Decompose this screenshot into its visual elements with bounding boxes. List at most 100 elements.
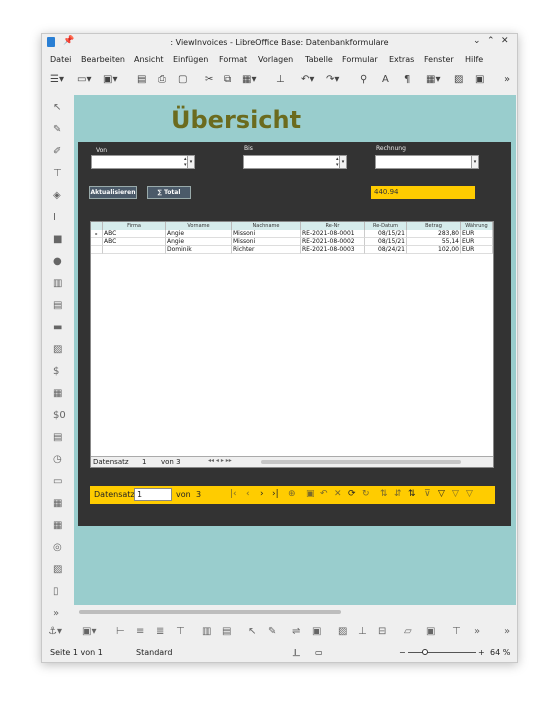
group-box-icon[interactable]: ▭ — [53, 476, 62, 487]
time-field-icon[interactable]: ◷ — [53, 454, 62, 465]
table-control-icon[interactable]: ▦ — [53, 520, 62, 531]
image-control-icon[interactable]: ▨ — [53, 344, 62, 355]
cell-firma[interactable]: ABC — [103, 230, 166, 238]
previous-record-icon[interactable]: ‹ — [246, 489, 250, 499]
align-top-icon[interactable]: ⊤ — [176, 626, 185, 637]
column-header-re-nr[interactable]: Re-Nr — [301, 222, 365, 230]
rechnung-select[interactable]: ▾ — [375, 155, 479, 169]
cell-re-nr[interactable]: RE-2021-08-0002 — [301, 238, 365, 246]
more-controls-icon[interactable]: » — [53, 608, 59, 619]
copy-icon[interactable]: ⧉ — [224, 74, 231, 85]
refresh-button[interactable]: Aktualisieren — [89, 186, 137, 199]
cell-nachname[interactable]: Missoni — [232, 238, 301, 246]
maximize-icon[interactable]: ⌃ — [487, 36, 495, 46]
undo-record-icon[interactable]: ↶ — [320, 489, 328, 499]
zoom-slider[interactable] — [408, 652, 476, 653]
new-icon[interactable]: ☰▾ — [50, 74, 64, 85]
menu-bearbeiten[interactable]: Bearbeiten — [81, 55, 125, 64]
snap-grid-icon[interactable]: ⊟ — [378, 626, 386, 637]
nav-record-input[interactable]: 1 — [134, 488, 172, 501]
menu-einfuegen[interactable]: Einfügen — [173, 55, 208, 64]
spin-button-icon[interactable]: ▦ — [53, 498, 62, 509]
print-preview-icon[interactable]: ▢ — [178, 74, 187, 85]
cell-waehrung[interactable]: EUR — [461, 246, 493, 254]
autofilter-icon[interactable]: ⊽ — [424, 489, 431, 499]
cell-re-datum[interactable]: 08/15/21 — [365, 230, 407, 238]
sort-icon[interactable]: ⇅ — [408, 489, 416, 499]
von-date-field[interactable]: ▴ ▾ ▾ — [91, 155, 195, 169]
horizontal-scrollbar[interactable] — [77, 609, 512, 615]
sort-ascending-icon[interactable]: ⇅ — [380, 489, 388, 499]
pencil-icon[interactable]: ✎ — [53, 124, 61, 135]
reset-filter-icon[interactable]: ▽ — [466, 489, 473, 499]
menu-extras[interactable]: Extras — [389, 55, 414, 64]
last-record-icon[interactable]: ›| — [272, 489, 279, 499]
close-icon[interactable]: ✕ — [501, 36, 509, 46]
text-box-icon[interactable]: ▣ — [475, 74, 484, 85]
apply-filter-icon[interactable]: ▽ — [438, 489, 445, 499]
cell-vorname[interactable]: Angie — [166, 238, 232, 246]
navigation-bar-icon[interactable]: ◎ — [53, 542, 62, 553]
print-icon[interactable]: ⎙ — [158, 74, 166, 85]
menu-hilfe[interactable]: Hilfe — [465, 55, 483, 64]
column-header-vorname[interactable]: Vorname — [166, 222, 232, 230]
tag-icon[interactable]: ◈ — [53, 190, 61, 201]
zoom-level[interactable]: 64 % — [490, 648, 510, 657]
menu-datei[interactable]: Datei — [50, 55, 71, 64]
column-header-betrag[interactable]: Betrag — [407, 222, 461, 230]
first-record-icon[interactable]: |‹ — [230, 489, 237, 499]
save-icon[interactable]: ▣▾ — [103, 74, 117, 85]
more-toolbar-icon[interactable]: » — [504, 74, 510, 85]
bis-date-field[interactable]: ▴ ▾ ▾ — [243, 155, 347, 169]
export-pdf-icon[interactable]: ▤ — [137, 74, 146, 85]
cell-vorname[interactable]: Angie — [166, 230, 232, 238]
open-design-icon[interactable]: ▨ — [338, 626, 347, 637]
formatted-field-icon[interactable]: $0 — [53, 410, 66, 421]
form-navigator-icon[interactable]: ⊤ — [53, 168, 62, 179]
align-left-icon[interactable]: ⊢ — [116, 626, 125, 637]
von-dropdown-icon[interactable]: ▾ — [187, 156, 194, 168]
new-record-icon[interactable]: ⊕ — [288, 489, 296, 499]
minimize-icon[interactable]: ⌄ — [473, 36, 481, 46]
insert-image-icon[interactable]: ▨ — [454, 74, 463, 85]
grid-nav-arrows-icon[interactable]: ◂◂ ◂ ▸ ▸▸ — [208, 457, 232, 464]
open-icon[interactable]: ▭▾ — [77, 74, 91, 85]
menu-fenster[interactable]: Fenster — [424, 55, 454, 64]
row-selector[interactable] — [91, 238, 103, 246]
rechnung-dropdown-icon[interactable]: ▾ — [471, 156, 478, 168]
cell-re-nr[interactable]: RE-2021-08-0001 — [301, 230, 365, 238]
menu-vorlagen[interactable]: Vorlagen — [258, 55, 293, 64]
menu-format[interactable]: Format — [219, 55, 247, 64]
sort-descending-icon[interactable]: ⇵ — [394, 489, 402, 499]
menu-ansicht[interactable]: Ansicht — [134, 55, 164, 64]
find-icon[interactable]: ⚲ — [360, 74, 367, 85]
grid-hscroll[interactable] — [261, 460, 461, 464]
row-selector[interactable] — [91, 246, 103, 254]
zoom-slider-handle[interactable] — [422, 649, 428, 655]
clone-formatting-icon[interactable]: ⊥ — [276, 74, 285, 85]
list-box-icon[interactable]: ▥ — [53, 278, 62, 289]
cell-nachname[interactable]: Richter — [232, 246, 301, 254]
refresh-control-icon[interactable]: ↻ — [362, 489, 370, 499]
form-properties-icon[interactable]: ▣ — [426, 626, 435, 637]
push-button-icon[interactable]: ■ — [53, 234, 62, 245]
overflow-icon[interactable]: » — [504, 626, 510, 637]
cell-firma[interactable] — [103, 246, 166, 254]
column-header-re-datum[interactable]: Re-Datum — [365, 222, 407, 230]
anchor-icon[interactable]: ⚓▾ — [48, 626, 62, 637]
bis-dropdown-icon[interactable]: ▾ — [339, 156, 346, 168]
wrap-icon[interactable]: ▣▾ — [82, 626, 96, 637]
next-record-icon[interactable]: › — [260, 489, 264, 499]
add-field-icon[interactable]: ▣ — [312, 626, 321, 637]
grid-nav-record[interactable]: 1 — [142, 458, 146, 466]
undo-icon[interactable]: ↶▾ — [301, 74, 314, 85]
date-field-icon[interactable]: ▦ — [53, 388, 62, 399]
redo-icon[interactable]: ↷▾ — [326, 74, 339, 85]
send-back-icon[interactable]: ▤ — [222, 626, 231, 637]
position-size-icon[interactable]: ⊥ — [358, 626, 367, 637]
select-icon[interactable]: ↖ — [53, 102, 61, 113]
cell-re-nr[interactable]: RE-2021-08-0003 — [301, 246, 365, 254]
image-button-icon[interactable]: ▬ — [53, 322, 62, 333]
delete-record-icon[interactable]: ✕ — [334, 489, 342, 499]
cell-re-datum[interactable]: 08/15/21 — [365, 238, 407, 246]
